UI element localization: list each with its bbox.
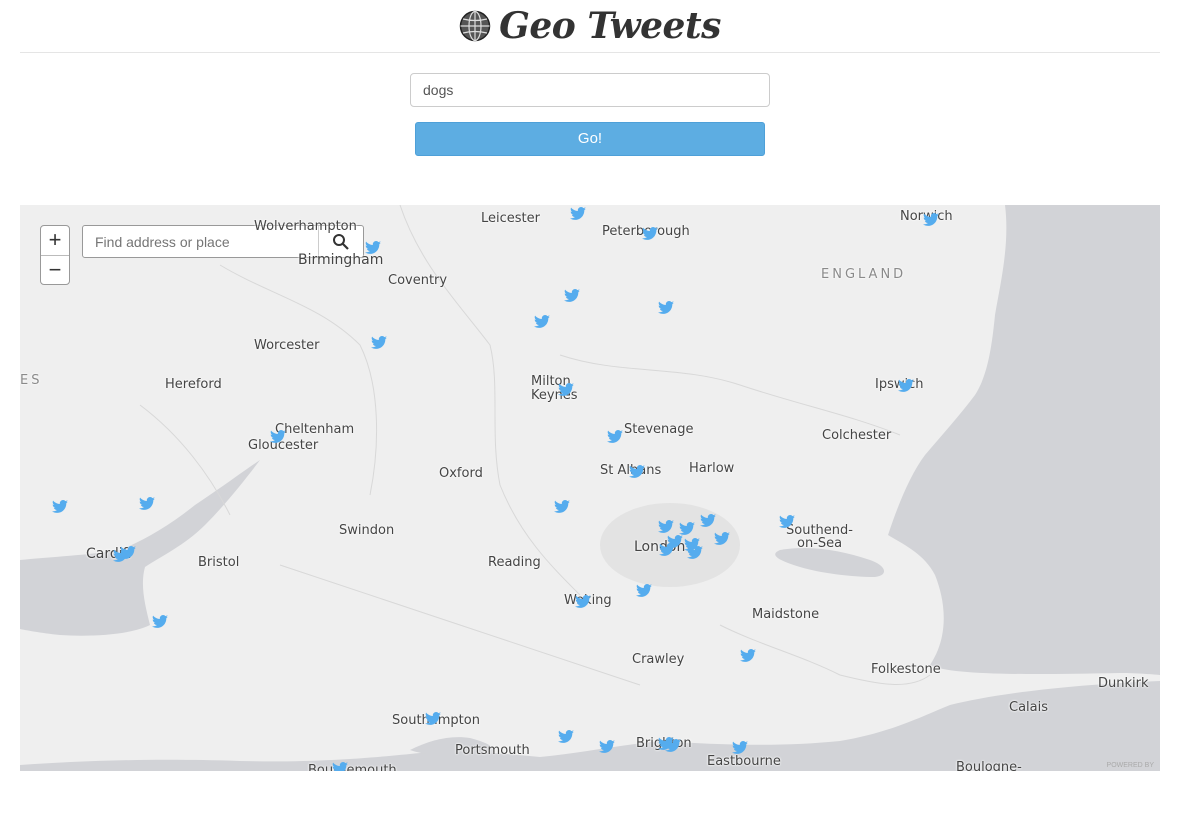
place-label: Colchester	[822, 428, 892, 443]
tweet-marker-icon[interactable]	[714, 532, 730, 545]
tweet-marker-icon[interactable]	[152, 615, 168, 628]
tweet-marker-icon[interactable]	[898, 379, 914, 392]
zoom-out-button[interactable]: −	[41, 256, 69, 285]
globe-icon	[459, 10, 491, 42]
place-label: Dunkirk	[1098, 676, 1149, 691]
tweet-marker-icon[interactable]	[270, 430, 286, 443]
place-label: Bournemouth	[308, 763, 397, 771]
tweet-marker-icon[interactable]	[687, 546, 703, 559]
tweet-marker-icon[interactable]	[113, 549, 129, 562]
place-label: Coventry	[388, 273, 448, 288]
place-label: Reading	[488, 555, 541, 570]
place-label: Wolverhampton	[254, 219, 357, 234]
tweet-marker-icon[interactable]	[558, 383, 574, 396]
tweet-marker-icon[interactable]	[642, 227, 658, 240]
tweet-marker-icon[interactable]	[658, 737, 674, 750]
tweet-marker-icon[interactable]	[629, 465, 645, 478]
tweet-marker-icon[interactable]	[658, 301, 674, 314]
tweet-marker-icon[interactable]	[779, 515, 795, 528]
place-label: Boulogne-	[956, 760, 1022, 771]
tweet-marker-icon[interactable]	[570, 207, 586, 220]
place-label: Oxford	[439, 466, 483, 481]
tweet-marker-icon[interactable]	[554, 500, 570, 513]
tweet-marker-icon[interactable]	[534, 315, 550, 328]
tweet-marker-icon[interactable]	[659, 543, 675, 556]
tweet-marker-icon[interactable]	[636, 584, 652, 597]
map-attribution: POWERED BY	[1106, 762, 1154, 769]
tweet-marker-icon[interactable]	[558, 730, 574, 743]
place-label: Maidstone	[752, 607, 820, 622]
app-header: Geo Tweets	[20, 0, 1160, 53]
tweet-marker-icon[interactable]	[52, 500, 68, 513]
tweet-marker-icon[interactable]	[371, 336, 387, 349]
place-label: Worcester	[254, 338, 320, 353]
tweet-marker-icon[interactable]	[139, 497, 155, 510]
region-label-wales: ES	[20, 373, 43, 388]
tweet-marker-icon[interactable]	[679, 522, 695, 535]
place-label: Bristol	[198, 555, 240, 570]
app-title: Geo Tweets	[499, 5, 721, 47]
tweet-marker-icon[interactable]	[564, 289, 580, 302]
go-button[interactable]: Go!	[415, 122, 765, 156]
place-label: Crawley	[632, 652, 685, 667]
place-label: on-Sea	[797, 536, 843, 551]
place-label: Folkestone	[871, 662, 941, 677]
tweet-marker-icon[interactable]	[658, 520, 674, 533]
map[interactable]: + − ENGLAND ES Leicester Wolverhampton Bir…	[20, 205, 1160, 771]
place-label: Leicester	[481, 211, 540, 226]
map-basemap	[20, 205, 1160, 771]
place-label: Birmingham	[298, 252, 384, 268]
place-label: Cheltenham	[275, 422, 355, 437]
place-label: Portsmouth	[455, 743, 530, 758]
brand: Geo Tweets	[20, 4, 1160, 48]
place-label: Eastbourne	[707, 754, 781, 769]
tweet-marker-icon[interactable]	[332, 762, 348, 771]
tweet-marker-icon[interactable]	[607, 430, 623, 443]
zoom-control: + −	[40, 225, 70, 285]
place-label: Calais	[1009, 700, 1049, 715]
search-icon	[333, 233, 349, 250]
tweet-marker-icon[interactable]	[923, 213, 939, 226]
tweet-marker-icon[interactable]	[700, 514, 716, 527]
tweet-marker-icon[interactable]	[740, 649, 756, 662]
region-label-england: ENGLAND	[821, 267, 907, 282]
tweet-marker-icon[interactable]	[425, 712, 441, 725]
tweet-marker-icon[interactable]	[365, 241, 381, 254]
tweet-marker-icon[interactable]	[575, 595, 591, 608]
place-label: Hereford	[165, 377, 222, 392]
tweet-marker-icon[interactable]	[732, 741, 748, 754]
zoom-in-button[interactable]: +	[41, 226, 69, 256]
place-label: Harlow	[689, 461, 735, 476]
tweet-marker-icon[interactable]	[599, 740, 615, 753]
place-label: Swindon	[339, 523, 395, 538]
place-label: Stevenage	[624, 422, 694, 437]
search-input[interactable]	[410, 73, 770, 107]
